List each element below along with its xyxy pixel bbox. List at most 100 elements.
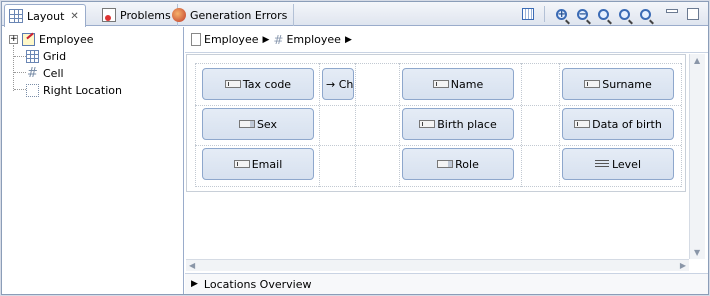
grid-line xyxy=(195,63,196,187)
combo-box-icon xyxy=(437,160,454,168)
cell-icon: # xyxy=(27,65,38,81)
layout-editor: Employee ▶ # Employee ▶ Tax code → Ch Na… xyxy=(185,27,708,294)
locate-icon xyxy=(522,8,534,20)
minimize-button[interactable] xyxy=(663,5,681,23)
grid-line xyxy=(195,105,681,106)
expand-arrow-icon[interactable]: ▶ xyxy=(191,279,198,289)
breadcrumb-item-grid[interactable]: # Employee ▶ xyxy=(273,33,351,47)
cell-label: Birth place xyxy=(437,117,497,131)
tree-connector xyxy=(14,72,26,73)
text-field-icon xyxy=(419,120,436,128)
tree-item-cell[interactable]: # Cell xyxy=(26,65,64,81)
cell-role[interactable]: Role xyxy=(402,148,514,180)
zoom-in-button[interactable]: + xyxy=(552,5,570,23)
tree-connector xyxy=(14,56,26,57)
scroll-right-icon[interactable]: ▶ xyxy=(680,261,686,270)
tree-item-label: Cell xyxy=(43,66,64,80)
breadcrumb: Employee ▶ # Employee ▶ xyxy=(185,27,708,53)
layout-canvas[interactable]: Tax code → Ch Name Surname Sex Birth pla… xyxy=(186,54,688,259)
generation-errors-icon xyxy=(172,8,186,22)
grid-line xyxy=(195,63,681,64)
cell-surname[interactable]: Surname xyxy=(562,68,674,100)
vertical-scrollbar[interactable]: ▲ ▼ xyxy=(689,54,705,259)
cell-ch[interactable]: → Ch xyxy=(322,68,354,100)
scroll-left-icon[interactable]: ◀ xyxy=(189,261,195,270)
grid-line xyxy=(681,63,682,187)
text-field-icon xyxy=(574,120,591,128)
cell-sex[interactable]: Sex xyxy=(202,108,314,140)
cell-data-of-birth[interactable]: Data of birth xyxy=(562,108,674,140)
breadcrumb-item-form[interactable]: Employee ▶ xyxy=(191,33,269,46)
zoom-area-icon xyxy=(639,8,651,20)
locations-overview-section[interactable]: ▶ Locations Overview xyxy=(185,273,708,294)
combo-box-icon xyxy=(238,120,255,128)
location-icon xyxy=(26,83,39,97)
tree-item-grid[interactable]: Grid xyxy=(26,48,66,64)
cell-label: Tax code xyxy=(242,77,292,91)
zoom-reset-icon xyxy=(618,8,630,20)
locations-overview-label: Locations Overview xyxy=(203,277,312,291)
cell-label: Level xyxy=(611,157,642,171)
breadcrumb-label: Employee xyxy=(204,33,259,46)
maximize-button[interactable] xyxy=(684,5,702,23)
layout-view: Layout ✕ Problems Generation Errors + − xyxy=(1,1,709,295)
tab-generation-errors[interactable]: Generation Errors xyxy=(168,4,295,26)
zoom-out-icon: − xyxy=(576,8,588,20)
tab-problems-label: Problems xyxy=(120,8,171,22)
problems-icon xyxy=(102,8,116,22)
tree-item-right-location[interactable]: Right Location xyxy=(26,82,122,98)
breadcrumb-arrow-icon[interactable]: ▶ xyxy=(345,35,352,45)
tab-layout-label: Layout xyxy=(27,9,65,23)
tree-item-label: Employee xyxy=(39,32,94,46)
grid-line xyxy=(355,63,356,187)
text-field-icon xyxy=(432,80,449,88)
text-field-icon xyxy=(224,80,241,88)
zoom-area-button[interactable] xyxy=(636,5,654,23)
tree-connector xyxy=(14,89,26,90)
document-icon xyxy=(191,33,201,46)
tree-item-label: Right Location xyxy=(43,83,122,97)
scroll-up-icon[interactable]: ▲ xyxy=(694,56,700,65)
tree-connector xyxy=(13,45,14,91)
expand-icon[interactable]: + xyxy=(9,34,18,44)
zoom-fit-icon xyxy=(597,8,609,20)
layout-grid-icon xyxy=(9,9,23,23)
text-field-icon xyxy=(584,80,601,88)
tab-problems[interactable]: Problems xyxy=(98,4,178,26)
maximize-icon xyxy=(687,8,699,20)
employee-form-icon xyxy=(22,32,35,46)
cell-birth-place[interactable]: Birth place xyxy=(402,108,514,140)
zoom-reset-button[interactable] xyxy=(615,5,633,23)
view-toolbar: + − xyxy=(519,5,702,23)
minimize-icon xyxy=(666,9,678,13)
hash-icon: # xyxy=(273,32,284,47)
locate-button[interactable] xyxy=(519,5,537,23)
cell-email[interactable]: Email xyxy=(202,148,314,180)
tab-generation-errors-label: Generation Errors xyxy=(190,8,288,22)
cell-tax-code[interactable]: Tax code xyxy=(202,68,314,100)
grid-line xyxy=(399,63,400,187)
text-field-icon xyxy=(233,160,250,168)
grid-icon xyxy=(26,49,39,63)
zoom-out-button[interactable]: − xyxy=(573,5,591,23)
cell-label: Surname xyxy=(602,77,652,91)
breadcrumb-label: Employee xyxy=(286,33,341,46)
grid-line xyxy=(195,186,681,187)
cell-label: Email xyxy=(251,157,283,171)
toolbar-separator xyxy=(544,6,545,22)
tab-layout[interactable]: Layout ✕ xyxy=(4,4,86,27)
tab-bar: Layout ✕ Problems Generation Errors + − xyxy=(2,2,708,27)
cell-name[interactable]: Name xyxy=(402,68,514,100)
grid-line xyxy=(521,63,522,187)
cell-level[interactable]: Level xyxy=(562,148,674,180)
tree-item-employee[interactable]: + Employee xyxy=(9,31,93,47)
scroll-down-icon[interactable]: ▼ xyxy=(694,248,700,257)
grid-line xyxy=(319,63,320,187)
horizontal-scrollbar[interactable]: ◀ ▶ xyxy=(186,259,689,271)
grid-line xyxy=(195,145,681,146)
tree-item-label: Grid xyxy=(43,49,67,63)
list-icon xyxy=(594,160,609,168)
breadcrumb-arrow-icon[interactable]: ▶ xyxy=(262,35,269,45)
close-icon[interactable]: ✕ xyxy=(70,11,78,22)
zoom-fit-button[interactable] xyxy=(594,5,612,23)
